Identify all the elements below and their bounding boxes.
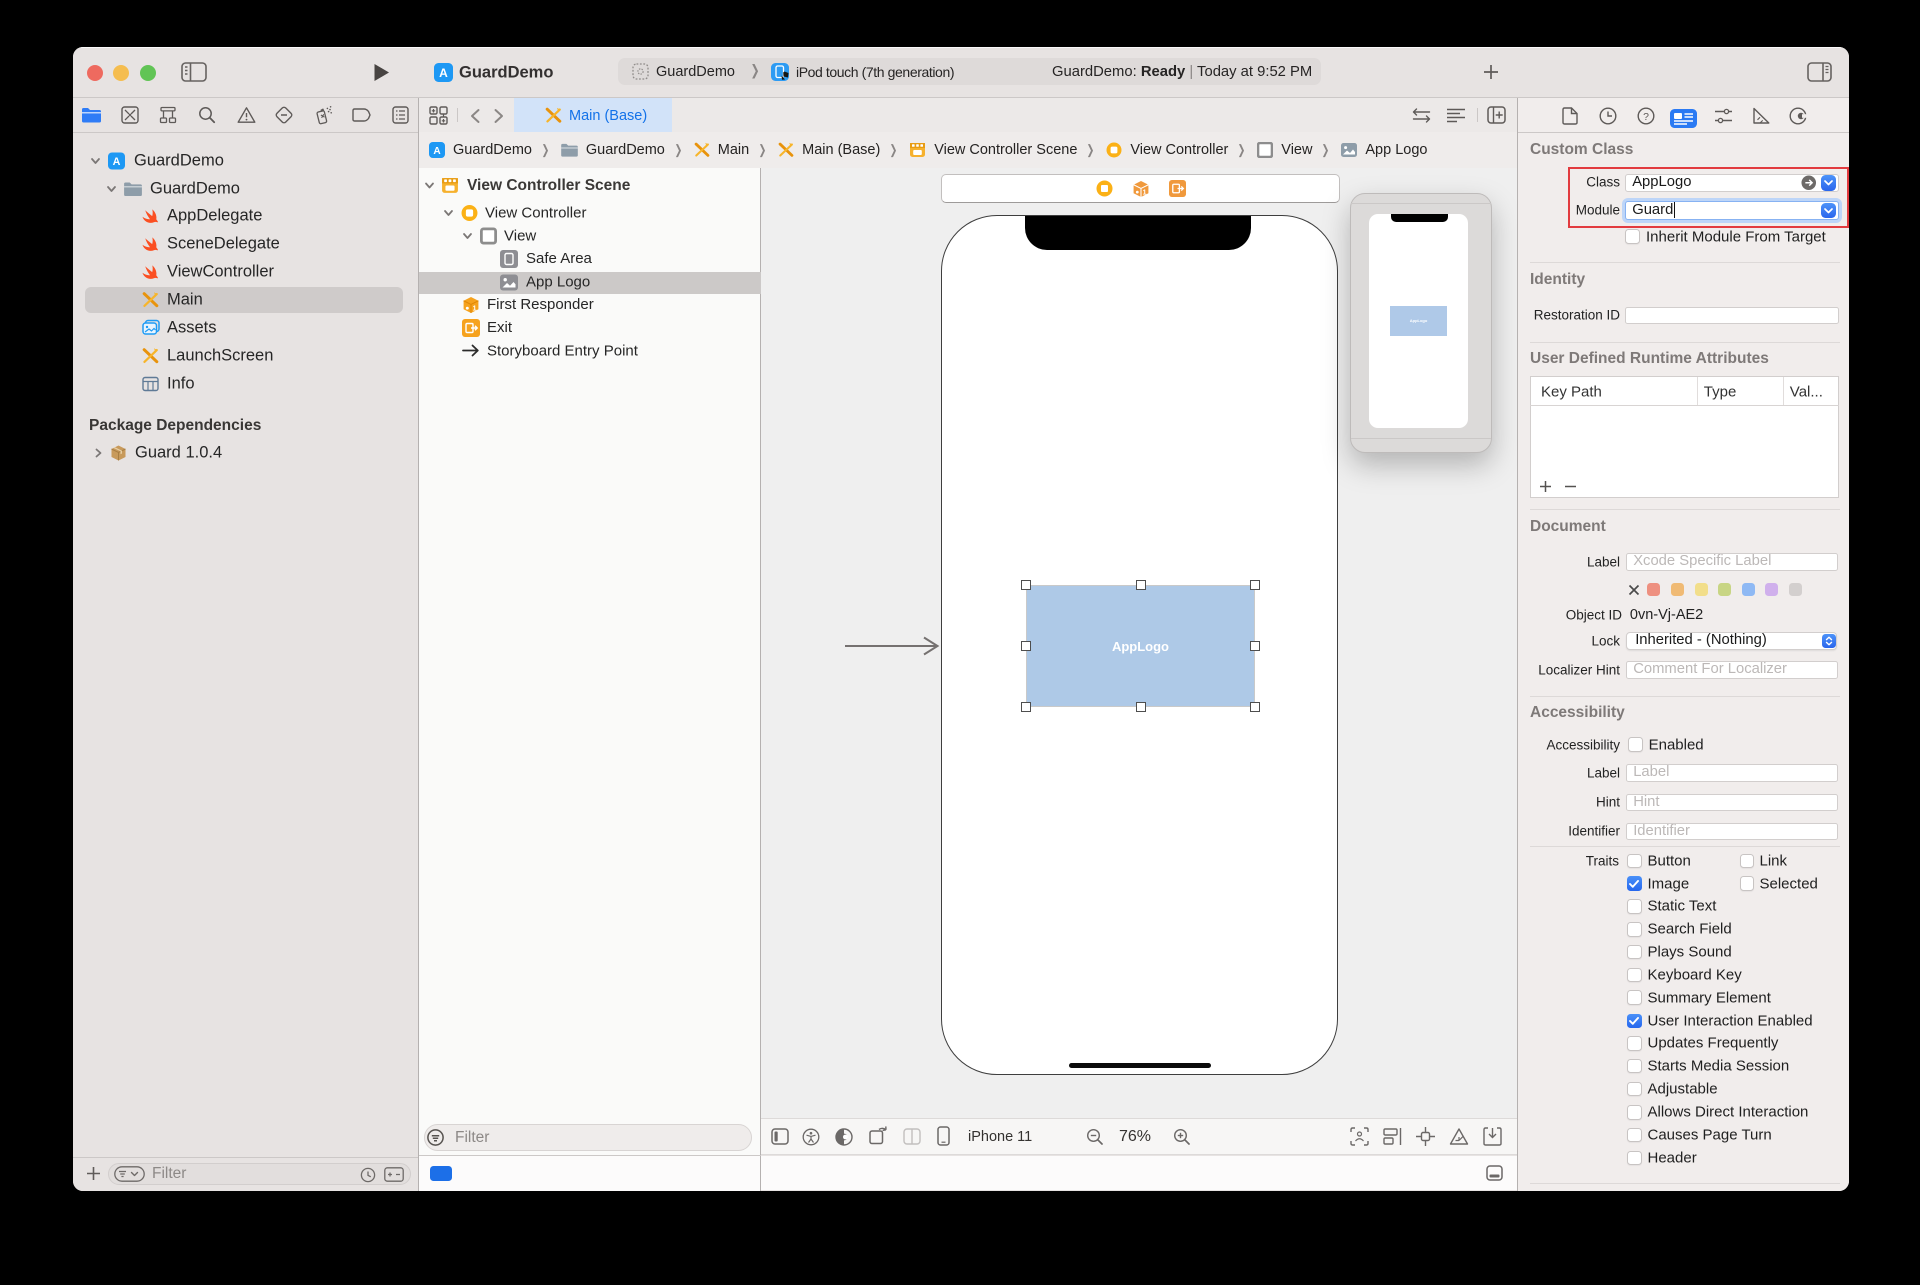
svg-text:?: ? (1643, 111, 1649, 123)
svg-text:A: A (113, 156, 121, 168)
svg-text:1: 1 (1143, 189, 1147, 196)
svg-text:1: 1 (473, 305, 477, 312)
svg-text:A: A (439, 66, 448, 80)
svg-text:A: A (433, 146, 441, 157)
